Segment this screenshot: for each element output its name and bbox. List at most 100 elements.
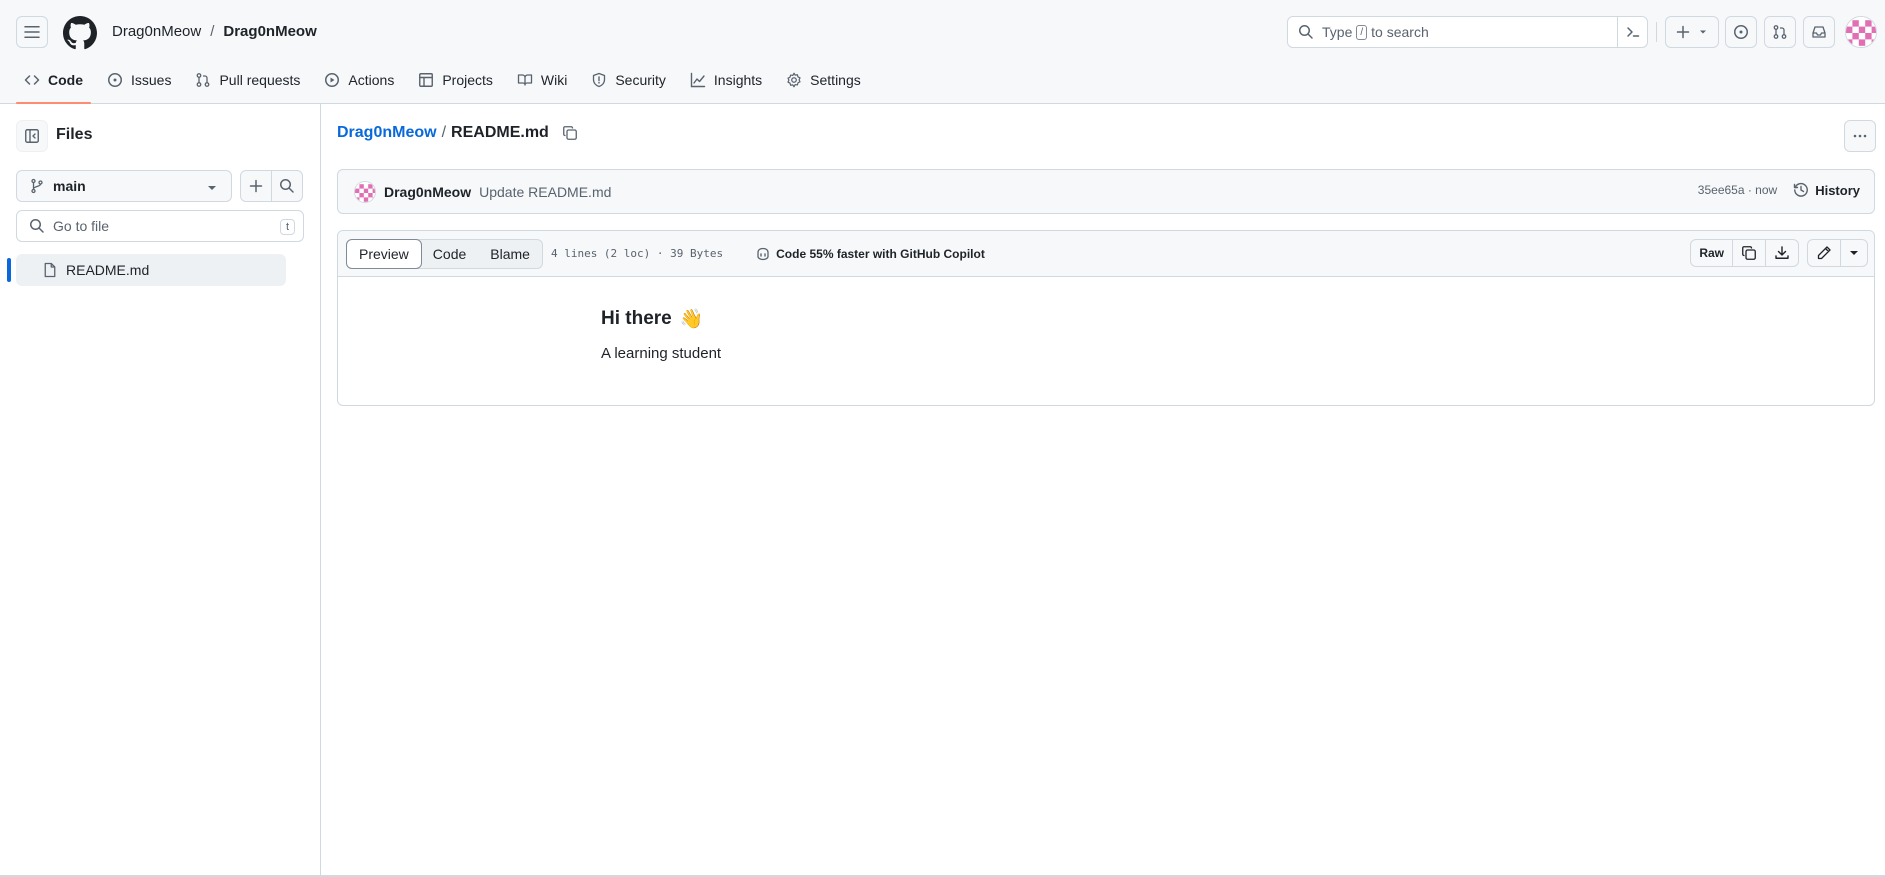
header-divider: [1656, 22, 1657, 42]
commit-author-link[interactable]: Drag0nMeow: [384, 184, 471, 200]
tab-issues[interactable]: Issues: [99, 64, 179, 96]
book-icon: [517, 74, 533, 86]
view-mode-toggle: Preview Code Blame: [346, 238, 543, 269]
github-logo-icon[interactable]: [63, 16, 97, 50]
search-icon: [280, 179, 294, 193]
issue-opened-icon: [108, 73, 122, 87]
file-actions: Raw: [1682, 239, 1868, 267]
tab-insights[interactable]: Insights: [682, 64, 770, 96]
tab-label: Projects: [442, 72, 493, 88]
file-icon: [44, 262, 56, 278]
menu-button[interactable]: [16, 16, 48, 48]
commit-message-link[interactable]: Update README.md: [479, 184, 611, 200]
user-avatar[interactable]: [1845, 16, 1877, 48]
issues-button[interactable]: [1725, 16, 1757, 48]
history-icon: [1794, 182, 1809, 197]
copy-icon: [562, 126, 577, 140]
raw-button[interactable]: Raw: [1691, 240, 1732, 266]
readme-content: Hi there 👋 A learning student: [601, 307, 721, 362]
view-blame-button[interactable]: Blame: [478, 240, 542, 268]
kebab-horizontal-icon: [1853, 134, 1867, 138]
file-stats: 4 lines (2 loc) · 39 Bytes: [550, 247, 724, 260]
triangle-down-icon: [1700, 30, 1706, 34]
tab-label: Wiki: [540, 72, 568, 88]
path-separator: /: [441, 124, 447, 141]
code-icon: [24, 75, 40, 85]
pencil-icon: [1817, 246, 1831, 260]
more-options-button[interactable]: [1844, 120, 1876, 152]
tree-item-readme[interactable]: README.md: [16, 254, 286, 286]
breadcrumb-separator: /: [210, 23, 215, 40]
tab-label: Actions: [348, 72, 395, 88]
history-button[interactable]: History: [1793, 182, 1860, 198]
plus-icon: [1676, 25, 1690, 39]
branch-name: main: [53, 178, 86, 194]
search-input[interactable]: Type / to search: [1287, 16, 1648, 48]
readme-heading: Hi there 👋: [601, 307, 721, 331]
issue-opened-icon: [1734, 25, 1748, 39]
tab-code[interactable]: Code: [16, 64, 91, 104]
add-file-button[interactable]: [240, 170, 272, 202]
inbox-button[interactable]: [1803, 16, 1835, 48]
tab-label: Security: [615, 72, 666, 88]
author-avatar[interactable]: [354, 180, 376, 203]
search-icon: [1299, 25, 1313, 39]
waving-hand-emoji: 👋: [679, 309, 704, 330]
raw-actions-group: Raw: [1690, 239, 1799, 267]
create-new-button[interactable]: [1665, 16, 1719, 48]
terminal-icon: [1626, 27, 1639, 37]
current-file-name: README.md: [451, 124, 549, 141]
shield-icon: [593, 72, 606, 88]
tab-label: Pull requests: [219, 72, 301, 88]
search-files-button[interactable]: [271, 170, 303, 202]
repo-tabs: Code Issues Pull requests Actions Projec…: [16, 64, 877, 104]
file-tree-sidebar: Files main Go to file t README.md: [0, 104, 321, 877]
tab-label: Insights: [713, 72, 763, 88]
search-shortcut-key: /: [1356, 24, 1368, 40]
git-pull-request-icon: [1773, 25, 1787, 39]
branch-selector[interactable]: main: [16, 170, 232, 202]
edit-dropdown-button[interactable]: [1840, 240, 1867, 266]
tab-settings[interactable]: Settings: [778, 64, 869, 96]
view-preview-button[interactable]: Preview: [346, 238, 422, 269]
table-icon: [419, 73, 434, 87]
tab-projects[interactable]: Projects: [410, 64, 501, 96]
triangle-down-icon: [208, 186, 216, 190]
gear-icon: [787, 72, 801, 88]
copy-icon: [1742, 246, 1756, 260]
copilot-promo-link[interactable]: Code 55% faster with GitHub Copilot: [755, 246, 985, 262]
header-breadcrumb: Drag0nMeow / Drag0nMeow: [112, 23, 317, 40]
go-to-file-input[interactable]: Go to file t: [16, 210, 304, 242]
pull-requests-button[interactable]: [1764, 16, 1796, 48]
download-icon: [1775, 246, 1789, 259]
tab-label: Code: [48, 72, 83, 88]
readme-paragraph: A learning student: [601, 345, 722, 362]
tab-pull-requests[interactable]: Pull requests: [187, 64, 308, 96]
commit-meta: 35ee65a · now History: [1698, 182, 1860, 198]
search-icon: [30, 219, 44, 233]
tab-actions[interactable]: Actions: [316, 64, 402, 96]
file-path-breadcrumb: Drag0nMeow / README.md: [337, 124, 578, 142]
play-icon: [325, 73, 340, 87]
hamburger-icon: [24, 26, 40, 38]
view-code-button[interactable]: Code: [421, 240, 478, 268]
global-header: Drag0nMeow / Drag0nMeow Type / to search: [0, 0, 1885, 104]
tab-wiki[interactable]: Wiki: [509, 64, 575, 96]
readme-heading-text: Hi there: [601, 308, 672, 329]
file-header: Preview Code Blame 4 lines (2 loc) · 39 …: [338, 231, 1874, 277]
command-palette-button[interactable]: [1617, 17, 1647, 47]
repo-root-link[interactable]: Drag0nMeow: [337, 124, 437, 142]
commit-sha-time[interactable]: 35ee65a · now: [1698, 183, 1777, 197]
owner-link[interactable]: Drag0nMeow: [112, 23, 201, 40]
copy-raw-button[interactable]: [1732, 240, 1765, 266]
collapse-sidebar-button[interactable]: [16, 120, 48, 152]
repo-link[interactable]: Drag0nMeow: [223, 23, 316, 40]
copy-path-button[interactable]: [562, 125, 578, 141]
sidebar-expand-icon: [25, 129, 39, 143]
go-to-file-placeholder: Go to file: [53, 218, 110, 234]
tab-label: Settings: [810, 72, 861, 88]
edit-file-button[interactable]: [1808, 240, 1840, 266]
download-button[interactable]: [1765, 240, 1798, 266]
tab-security[interactable]: Security: [583, 64, 674, 96]
file-viewer: Preview Code Blame 4 lines (2 loc) · 39 …: [337, 230, 1875, 406]
